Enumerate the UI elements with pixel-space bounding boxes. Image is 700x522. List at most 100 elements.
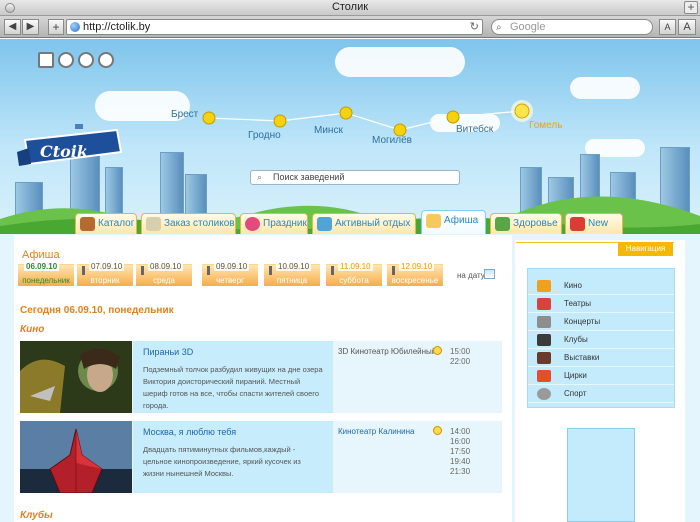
nav-item-sport[interactable]: Спорт (528, 385, 674, 403)
event-time: 14:00 (450, 427, 471, 436)
navigation-title: Навигация (618, 242, 673, 256)
forward-button[interactable]: ▶ (22, 19, 39, 35)
event-text: Двадцать пятиминутных фильмов,каждый - ц… (143, 445, 301, 478)
tab-label: Здоровье (513, 218, 558, 229)
day-weekday: понедельник (22, 276, 70, 285)
logo-text: Ctoik (40, 142, 88, 161)
calendar-icon[interactable] (484, 269, 495, 279)
event-time: 16:00 (450, 437, 471, 446)
text-larger-button[interactable]: A (678, 19, 696, 35)
city-link-gomel[interactable]: Гомель (529, 120, 562, 131)
reload-icon[interactable]: ↻ (470, 20, 479, 34)
place-search-placeholder: Поиск заведений (273, 172, 345, 182)
address-bar[interactable]: http://ctolik.by ↻ (66, 19, 483, 35)
event-title-link[interactable]: Москва, я люблю тебя (143, 427, 323, 437)
day-weekday: вторник (90, 276, 120, 285)
nav-item-label: Театры (564, 299, 592, 308)
popcorn-icon (537, 280, 551, 292)
day-tab-monday[interactable]: 06.09.10 понедельник (18, 262, 74, 286)
event-time: 15:00 (450, 347, 471, 356)
navigation-menu: Кино Театры Концерты Клубы Выставки Цирк… (527, 268, 675, 408)
briefcase-icon (80, 217, 95, 231)
tab-health[interactable]: Здоровье (490, 213, 562, 235)
event-venue: 3D Кинотеатр Юбилейный (338, 347, 437, 356)
city-link-mogilev[interactable]: Могилёв (372, 135, 412, 146)
day-tab-saturday[interactable]: 11.09.10 суббота (326, 262, 382, 286)
nav-item-label: Цирки (564, 371, 587, 380)
day-date: 08.09.10 (148, 262, 184, 271)
tab-label: Каталог (98, 218, 135, 229)
add-bookmark-button[interactable]: + (48, 19, 64, 35)
new-icon (570, 217, 585, 231)
tab-label: Праздник (263, 218, 307, 229)
by-date-label: на дату (457, 271, 485, 280)
clock-icon (433, 346, 442, 355)
day-weekday: воскресенье (391, 276, 439, 285)
nav-item-label: Кино (564, 281, 582, 290)
event-time: 17:50 (450, 447, 471, 456)
notepad-icon (146, 217, 161, 231)
day-tab-friday[interactable]: 10.09.10 пятница (264, 262, 320, 286)
chat-icon[interactable] (98, 52, 114, 68)
city-marker-grodno[interactable] (273, 114, 287, 128)
sitemap-icon[interactable] (38, 52, 54, 68)
nav-item-cinema[interactable]: Кино (528, 277, 674, 295)
jester-icon (537, 370, 551, 382)
text-smaller-button[interactable]: A (659, 19, 676, 35)
tab-active-rest[interactable]: Активный отдых (312, 213, 416, 235)
city-link-brest[interactable]: Брест (171, 109, 198, 120)
tab-catalog[interactable]: Каталог (75, 213, 137, 235)
tab-holiday[interactable]: Праздник (240, 213, 308, 235)
tab-new[interactable]: New (565, 213, 623, 235)
event-venue-link[interactable]: Кинотеатр Калинина (338, 427, 414, 436)
city-marker-gomel[interactable] (514, 103, 530, 119)
event-title-link[interactable]: Пираньи 3D (143, 347, 323, 357)
microphone-icon (537, 316, 551, 328)
pin-icon (331, 266, 334, 275)
event-row: Пираньи 3D Подземный толчок разбудил жив… (20, 341, 502, 413)
day-weekday: суббота (339, 276, 369, 285)
phone-icon[interactable] (58, 52, 74, 68)
new-tab-button[interactable]: + (684, 1, 698, 14)
nav-item-concerts[interactable]: Концерты (528, 313, 674, 331)
sidebar-banner[interactable] (567, 428, 635, 522)
city-marker-brest[interactable] (202, 111, 216, 125)
browser-search-placeholder: Google (510, 21, 546, 33)
event-poster[interactable] (20, 341, 132, 413)
event-poster[interactable] (20, 421, 132, 493)
place-search-input[interactable]: ⌕ Поиск заведений (250, 170, 460, 185)
day-weekday: пятница (276, 276, 308, 285)
day-tab-tuesday[interactable]: 07.09.10 вторник (77, 262, 133, 286)
city-link-vitebsk[interactable]: Витебск (456, 124, 493, 135)
day-date: 12.09.10 (399, 262, 435, 271)
browser-search-input[interactable]: ⌕ Google (491, 19, 653, 35)
tickets-icon (426, 214, 441, 228)
event-description: Пираньи 3D Подземный толчок разбудил жив… (133, 341, 333, 413)
city-link-minsk[interactable]: Минск (314, 125, 343, 136)
event-time: 19:40 (450, 457, 471, 466)
day-tab-sunday[interactable]: 12.09.10 воскресенье (387, 262, 443, 286)
dollar-icon[interactable] (78, 52, 94, 68)
event-times: 15:00 22:00 (450, 347, 470, 367)
nav-item-exhibitions[interactable]: Выставки (528, 349, 674, 367)
back-button[interactable]: ◀ (4, 19, 21, 35)
event-text: Подземный толчок разбудил живущих на дне… (143, 365, 323, 410)
tab-afisha[interactable]: Афиша (421, 210, 486, 235)
nav-item-circus[interactable]: Цирки (528, 367, 674, 385)
globe-icon (70, 22, 80, 32)
window-titlebar: Столик + (0, 0, 700, 16)
day-date: 10.09.10 (276, 262, 312, 271)
url-text: http://ctolik.by (83, 21, 151, 33)
event-row: Москва, я люблю тебя Двадцать пятиминутн… (20, 421, 502, 493)
nav-item-theatres[interactable]: Театры (528, 295, 674, 313)
nav-item-clubs[interactable]: Клубы (528, 331, 674, 349)
city-marker-minsk[interactable] (339, 106, 353, 120)
day-tab-thursday[interactable]: 09.09.10 четверг (202, 262, 258, 286)
painting-icon (537, 352, 551, 364)
day-date: 09.09.10 (214, 262, 250, 271)
day-tab-wednesday[interactable]: 08.09.10 среда (136, 262, 192, 286)
tab-table-booking[interactable]: Заказ столиков (141, 213, 236, 235)
day-weekday: среда (153, 276, 175, 285)
city-marker-vitebsk[interactable] (446, 110, 460, 124)
city-link-grodno[interactable]: Гродно (248, 130, 281, 141)
